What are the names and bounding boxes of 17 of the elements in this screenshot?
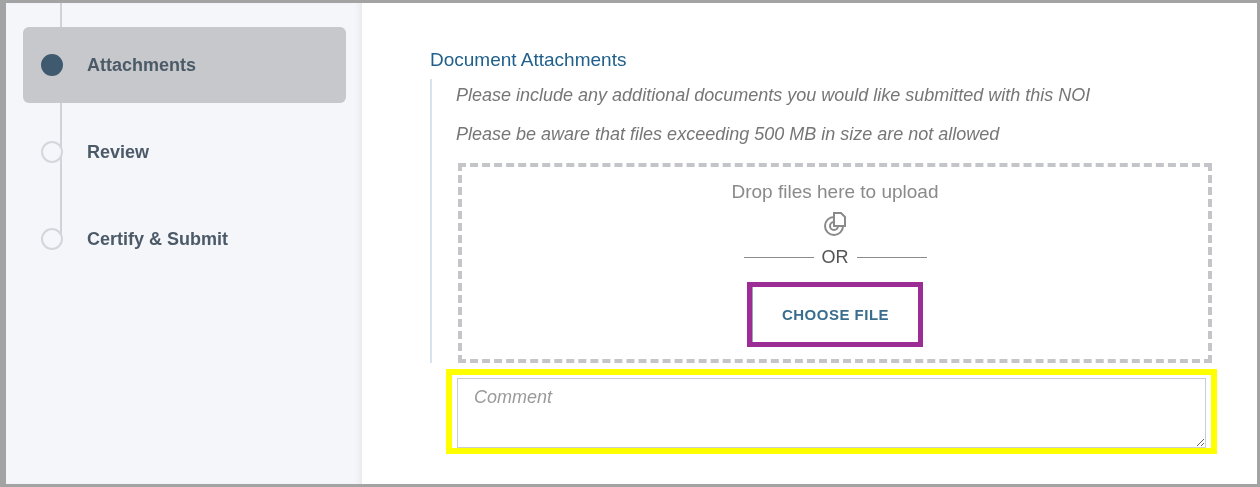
or-divider: OR [821,247,849,268]
comment-field[interactable]: Comment [457,378,1206,448]
drop-prompt: Drop files here to upload [731,181,939,203]
drop-zone[interactable]: Drop files here to upload OR CHOOSE FILE [458,163,1212,363]
step-item[interactable]: Attachments [23,27,346,103]
instruction-text: Please include any additional documents you would like submitted with this NOI [456,85,1092,107]
step-dot-icon [41,141,63,163]
upload-icon [823,211,847,237]
step-label: Review [87,141,150,163]
step-dot-icon [41,228,63,250]
step-item[interactable]: Certify & Submit [23,201,346,277]
instruction-text: Please be aware that files exceeding 500 MB in size are not allowed [456,124,1001,146]
step-label: Attachments [87,54,197,76]
section-title: Document Attachments [430,49,628,72]
step-item[interactable]: Review [23,114,346,190]
step-label: Certify & Submit [87,228,228,250]
step-dot-icon [41,54,63,76]
